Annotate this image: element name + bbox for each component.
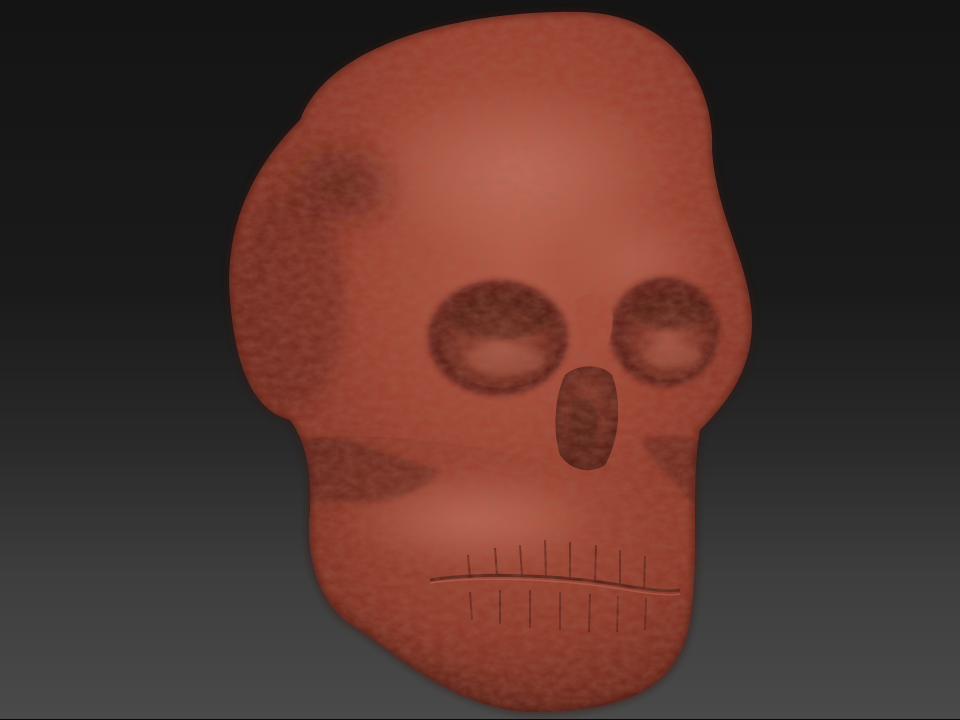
skull-render — [226, 8, 755, 716]
sculpt-viewport[interactable] — [0, 0, 960, 720]
surface-texture — [229, 11, 752, 713]
